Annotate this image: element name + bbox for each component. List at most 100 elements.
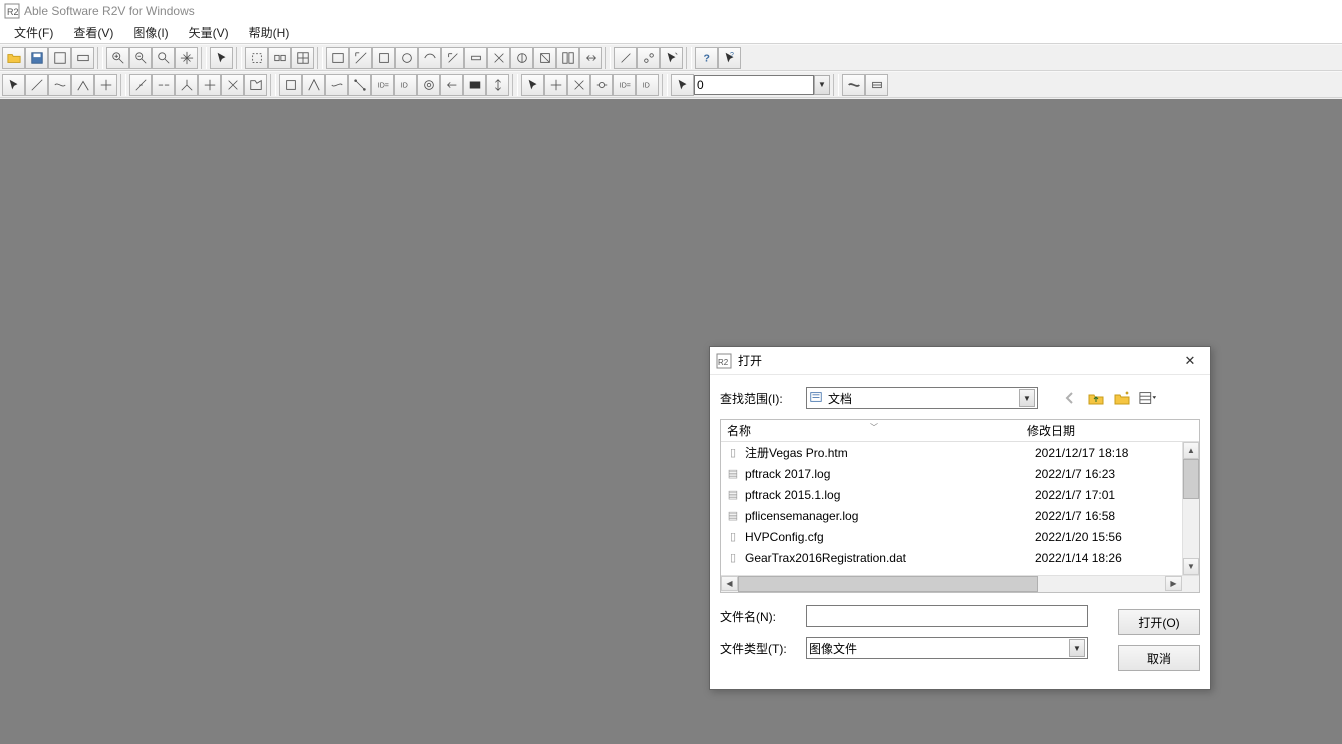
dropdown-arrow-icon[interactable]: ▼ [814,75,830,95]
help-arrow-icon[interactable]: ? [718,47,741,69]
tool-icon[interactable] [94,74,117,96]
tool-icon[interactable] [463,74,486,96]
dialog-titlebar[interactable]: R2 打开 ✕ [710,347,1210,375]
tool-icon[interactable] [637,47,660,69]
tool-icon[interactable] [175,74,198,96]
tool-icon[interactable] [245,47,268,69]
tool-icon[interactable] [348,74,371,96]
tool-icon[interactable] [521,74,544,96]
scroll-down-icon[interactable]: ▼ [1183,558,1199,575]
tool-icon[interactable] [417,74,440,96]
tool-icon[interactable] [48,74,71,96]
help-icon[interactable]: ? [695,47,718,69]
tool-icon[interactable] [671,74,694,96]
filetype-combo[interactable]: 图像文件 ▼ [806,637,1088,659]
chevron-down-icon[interactable]: ▼ [1069,639,1085,657]
scroll-left-icon[interactable]: ◀ [721,576,738,591]
separator [686,47,692,69]
scroll-thumb[interactable] [1183,459,1199,499]
tool-icon[interactable] [842,74,865,96]
value-input[interactable] [694,75,814,95]
tool-icon[interactable]: ID [636,74,659,96]
tool-icon[interactable] [221,74,244,96]
menu-file[interactable]: 文件(F) [4,22,63,43]
tool-icon[interactable] [302,74,325,96]
menu-image[interactable]: 图像(I) [123,22,178,43]
tool-icon[interactable] [533,47,556,69]
chevron-down-icon[interactable]: ▼ [1019,389,1035,407]
tool-icon[interactable] [291,47,314,69]
tool-icon[interactable] [2,74,25,96]
tool-icon[interactable] [865,74,888,96]
tool-icon[interactable] [556,47,579,69]
tool-icon[interactable] [614,47,637,69]
tool-icon[interactable]: ID [394,74,417,96]
filename-input[interactable] [806,605,1088,627]
tool-icon[interactable] [418,47,441,69]
zoom-fit-icon[interactable] [152,47,175,69]
tool-icon[interactable] [349,47,372,69]
tool-icon[interactable] [244,74,267,96]
tool-icon[interactable] [198,74,221,96]
back-icon[interactable] [1060,388,1080,408]
new-folder-icon[interactable] [1112,388,1132,408]
menu-vector[interactable]: 矢量(V) [179,22,239,43]
tool-icon[interactable] [464,47,487,69]
scroll-right-icon[interactable]: ▶ [1165,576,1182,591]
menu-view[interactable]: 查看(V) [63,22,123,43]
list-item[interactable]: ▤ pftrack 2017.log 2022/1/7 16:23 [721,463,1199,484]
svg-text:R2: R2 [718,358,729,367]
tool-icon[interactable] [268,47,291,69]
vertical-scrollbar[interactable]: ▲ ▼ [1182,442,1199,575]
tool-icon[interactable] [48,47,71,69]
horizontal-scrollbar[interactable]: ◀ ▶ [721,575,1199,592]
tool-icon[interactable] [441,47,464,69]
close-icon[interactable]: ✕ [1176,351,1204,371]
tool-icon[interactable] [510,47,533,69]
select-arrow-icon[interactable] [210,47,233,69]
cancel-button[interactable]: 取消 [1118,645,1200,671]
list-item[interactable]: ▯ 注册Vegas Pro.htm 2021/12/17 18:18 [721,442,1199,463]
tool-icon[interactable] [440,74,463,96]
column-date[interactable]: 修改日期 [1021,422,1199,439]
tool-icon[interactable] [129,74,152,96]
zoom-in-icon[interactable] [106,47,129,69]
list-item[interactable]: ▯ GearTrax2016Registration.dat 2022/1/14… [721,547,1199,568]
tool-icon[interactable] [279,74,302,96]
save-icon[interactable] [25,47,48,69]
open-button[interactable]: 打开(O) [1118,609,1200,635]
scroll-thumb[interactable] [738,576,1038,592]
tool-icon[interactable] [590,74,613,96]
tool-icon[interactable] [326,47,349,69]
tool-icon[interactable] [579,47,602,69]
list-item[interactable]: ▤ pflicensemanager.log 2022/1/7 16:58 [721,505,1199,526]
open-icon[interactable] [2,47,25,69]
zoom-out-icon[interactable] [129,47,152,69]
view-menu-icon[interactable] [1138,388,1158,408]
tool-icon[interactable] [395,47,418,69]
tool-icon[interactable] [71,47,94,69]
tool-icon[interactable] [71,74,94,96]
pan-icon[interactable] [175,47,198,69]
menu-help[interactable]: 帮助(H) [239,22,300,43]
tool-icon[interactable] [25,74,48,96]
app-icon: R2 [4,3,20,19]
list-item[interactable]: ▤ pftrack 2015.1.log 2022/1/7 17:01 [721,484,1199,505]
file-icon: ▯ [725,551,741,564]
list-item[interactable]: ▯ HVPConfig.cfg 2022/1/20 15:56 [721,526,1199,547]
tool-icon[interactable] [325,74,348,96]
tool-icon[interactable]: ID= [371,74,394,96]
tool-icon[interactable] [544,74,567,96]
tool-icon[interactable] [152,74,175,96]
file-name: pftrack 2017.log [745,467,1035,481]
tool-icon[interactable] [660,47,683,69]
tool-icon[interactable] [567,74,590,96]
tool-icon[interactable] [486,74,509,96]
up-folder-icon[interactable] [1086,388,1106,408]
tool-icon[interactable]: ID= [613,74,636,96]
tool-icon[interactable] [372,47,395,69]
scroll-up-icon[interactable]: ▲ [1183,442,1199,459]
lookin-combo[interactable]: 文档 ▼ [806,387,1038,409]
tool-icon[interactable] [487,47,510,69]
dialog-buttons: 打开(O) 取消 [1118,609,1200,671]
